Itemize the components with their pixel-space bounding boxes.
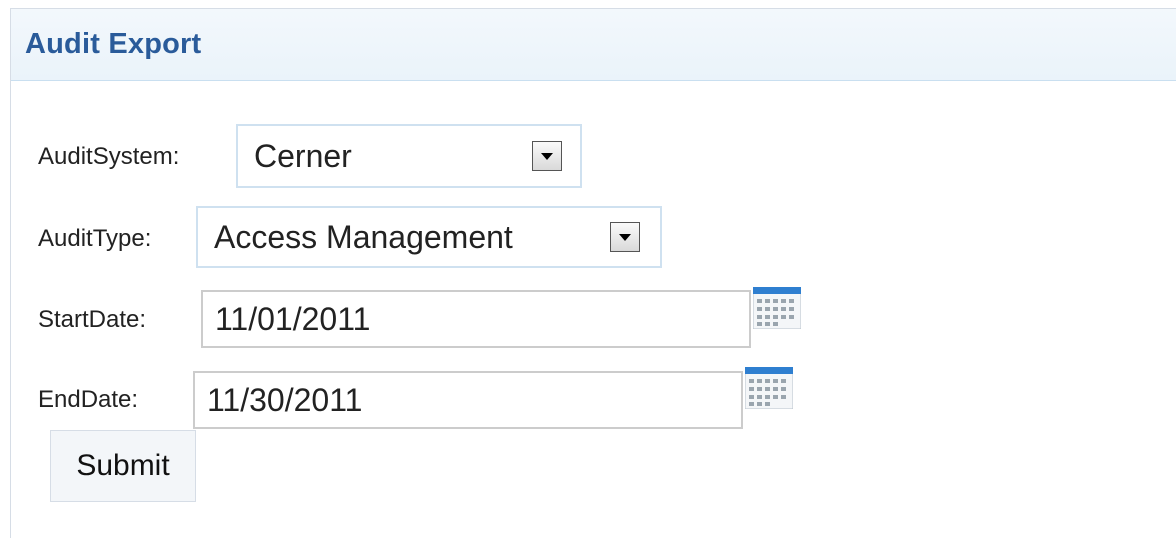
calendar-icon[interactable] (753, 287, 801, 329)
end-date-label: EndDate: (38, 386, 139, 413)
audit-system-select[interactable]: Cerner (236, 124, 582, 188)
chevron-down-icon[interactable] (532, 141, 562, 171)
audit-system-value: Cerner (254, 137, 352, 174)
chevron-down-icon[interactable] (610, 222, 640, 252)
end-date-input[interactable] (193, 371, 743, 429)
submit-button[interactable]: Submit (50, 430, 196, 502)
audit-system-label: AuditSystem: (38, 143, 180, 170)
start-date-input[interactable] (201, 290, 751, 348)
start-date-label: StartDate: (38, 306, 147, 333)
audit-type-select[interactable]: Access Management (196, 206, 662, 268)
calendar-icon[interactable] (745, 367, 793, 409)
panel-header: Audit Export (11, 9, 1176, 81)
panel-title: Audit Export (25, 28, 202, 60)
audit-type-value: Access Management (214, 218, 513, 255)
audit-type-label: AuditType: (38, 225, 152, 252)
